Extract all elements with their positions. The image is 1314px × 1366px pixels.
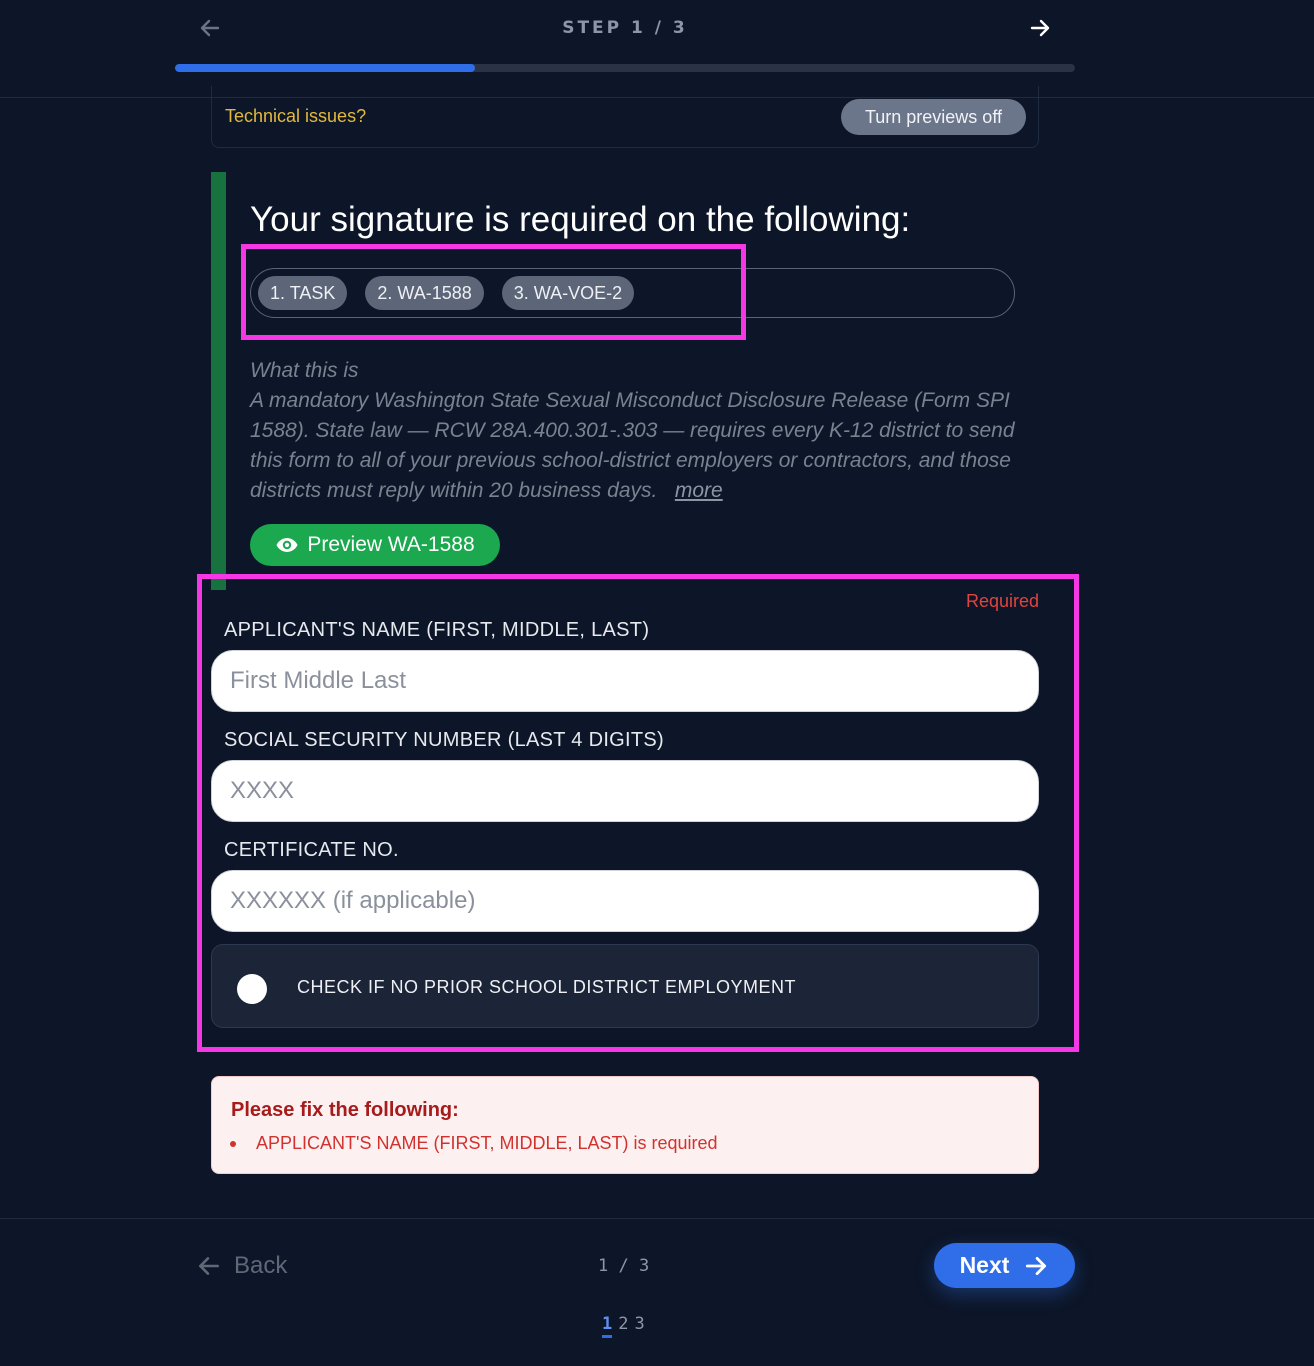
required-label: Required — [965, 591, 1039, 611]
page-link-2[interactable]: 2 — [618, 1314, 628, 1338]
error-title: Please fix the following: — [231, 1099, 459, 1121]
ssn-last4-input[interactable] — [211, 760, 1039, 822]
signature-title: Your signature is required on the follow… — [250, 200, 911, 239]
bullet-icon — [230, 1141, 236, 1147]
chip-wa-1588[interactable]: 2. WA-1588 — [365, 276, 484, 310]
page-link-3[interactable]: 3 — [635, 1314, 645, 1338]
technical-issues-link[interactable]: Technical issues? — [225, 106, 366, 127]
no-prior-employment-toggle[interactable]: CHECK IF NO PRIOR SCHOOL DISTRICT EMPLOY… — [211, 944, 1039, 1028]
back-label: Back — [234, 1252, 288, 1279]
form-wizard-page: STEP 1 / 3 Technical issues? Turn previe… — [0, 0, 1314, 1366]
chip-task[interactable]: 1. TASK — [258, 276, 348, 310]
description-text: A mandatory Washington State Sexual Misc… — [250, 389, 1015, 502]
progress-bar — [175, 64, 1075, 72]
page-count: 1 / 3 — [598, 1256, 650, 1276]
preview-button-label: Preview WA-1588 — [307, 533, 475, 556]
page-link-1[interactable]: 1 — [602, 1314, 613, 1338]
preview-wa-1588-button[interactable]: Preview WA-1588 — [250, 524, 500, 566]
arrow-left-icon — [199, 1257, 219, 1275]
chip-wa-voe-2[interactable]: 3. WA-VOE-2 — [501, 276, 635, 310]
arrow-right-icon — [1026, 1256, 1047, 1275]
error-item: APPLICANT'S NAME (FIRST, MIDDLE, LAST) i… — [256, 1133, 718, 1153]
applicant-name-input[interactable] — [211, 650, 1039, 712]
turn-previews-off-button[interactable]: Turn previews off — [840, 99, 1026, 135]
what-this-is-heading: What this is — [250, 359, 359, 382]
applicant-name-label: APPLICANT'S NAME (FIRST, MIDDLE, LAST) — [224, 619, 650, 641]
no-prior-employment-label: CHECK IF NO PRIOR SCHOOL DISTRICT EMPLOY… — [297, 977, 797, 997]
back-button[interactable]: Back — [196, 1248, 287, 1284]
next-button[interactable]: Next — [934, 1243, 1075, 1288]
more-link[interactable]: more — [675, 479, 723, 502]
certificate-number-input[interactable] — [211, 870, 1039, 932]
page-indicator: 1 2 3 — [602, 1314, 645, 1338]
error-summary: Please fix the following: APPLICANT'S NA… — [211, 1076, 1039, 1174]
signature-card-accent — [211, 172, 226, 590]
document-description: What this is A mandatory Washington Stat… — [250, 356, 1020, 506]
certificate-label: CERTIFICATE NO. — [224, 839, 399, 861]
technical-issues-bar: Technical issues? Turn previews off — [211, 86, 1039, 148]
radio-circle-icon[interactable] — [237, 974, 267, 1004]
arrow-right-icon — [1030, 19, 1050, 37]
step-label: STEP 1 / 3 — [562, 18, 688, 38]
top-bar: STEP 1 / 3 — [0, 0, 1314, 98]
eye-icon — [276, 538, 298, 552]
next-label: Next — [959, 1252, 1010, 1278]
footer-divider — [0, 1218, 1314, 1219]
progress-fill — [175, 64, 475, 72]
top-forward-button[interactable] — [1026, 14, 1054, 42]
ssn-label: SOCIAL SECURITY NUMBER (LAST 4 DIGITS) — [224, 729, 665, 751]
document-chips: 1. TASK 2. WA-1588 3. WA-VOE-2 — [258, 276, 635, 310]
